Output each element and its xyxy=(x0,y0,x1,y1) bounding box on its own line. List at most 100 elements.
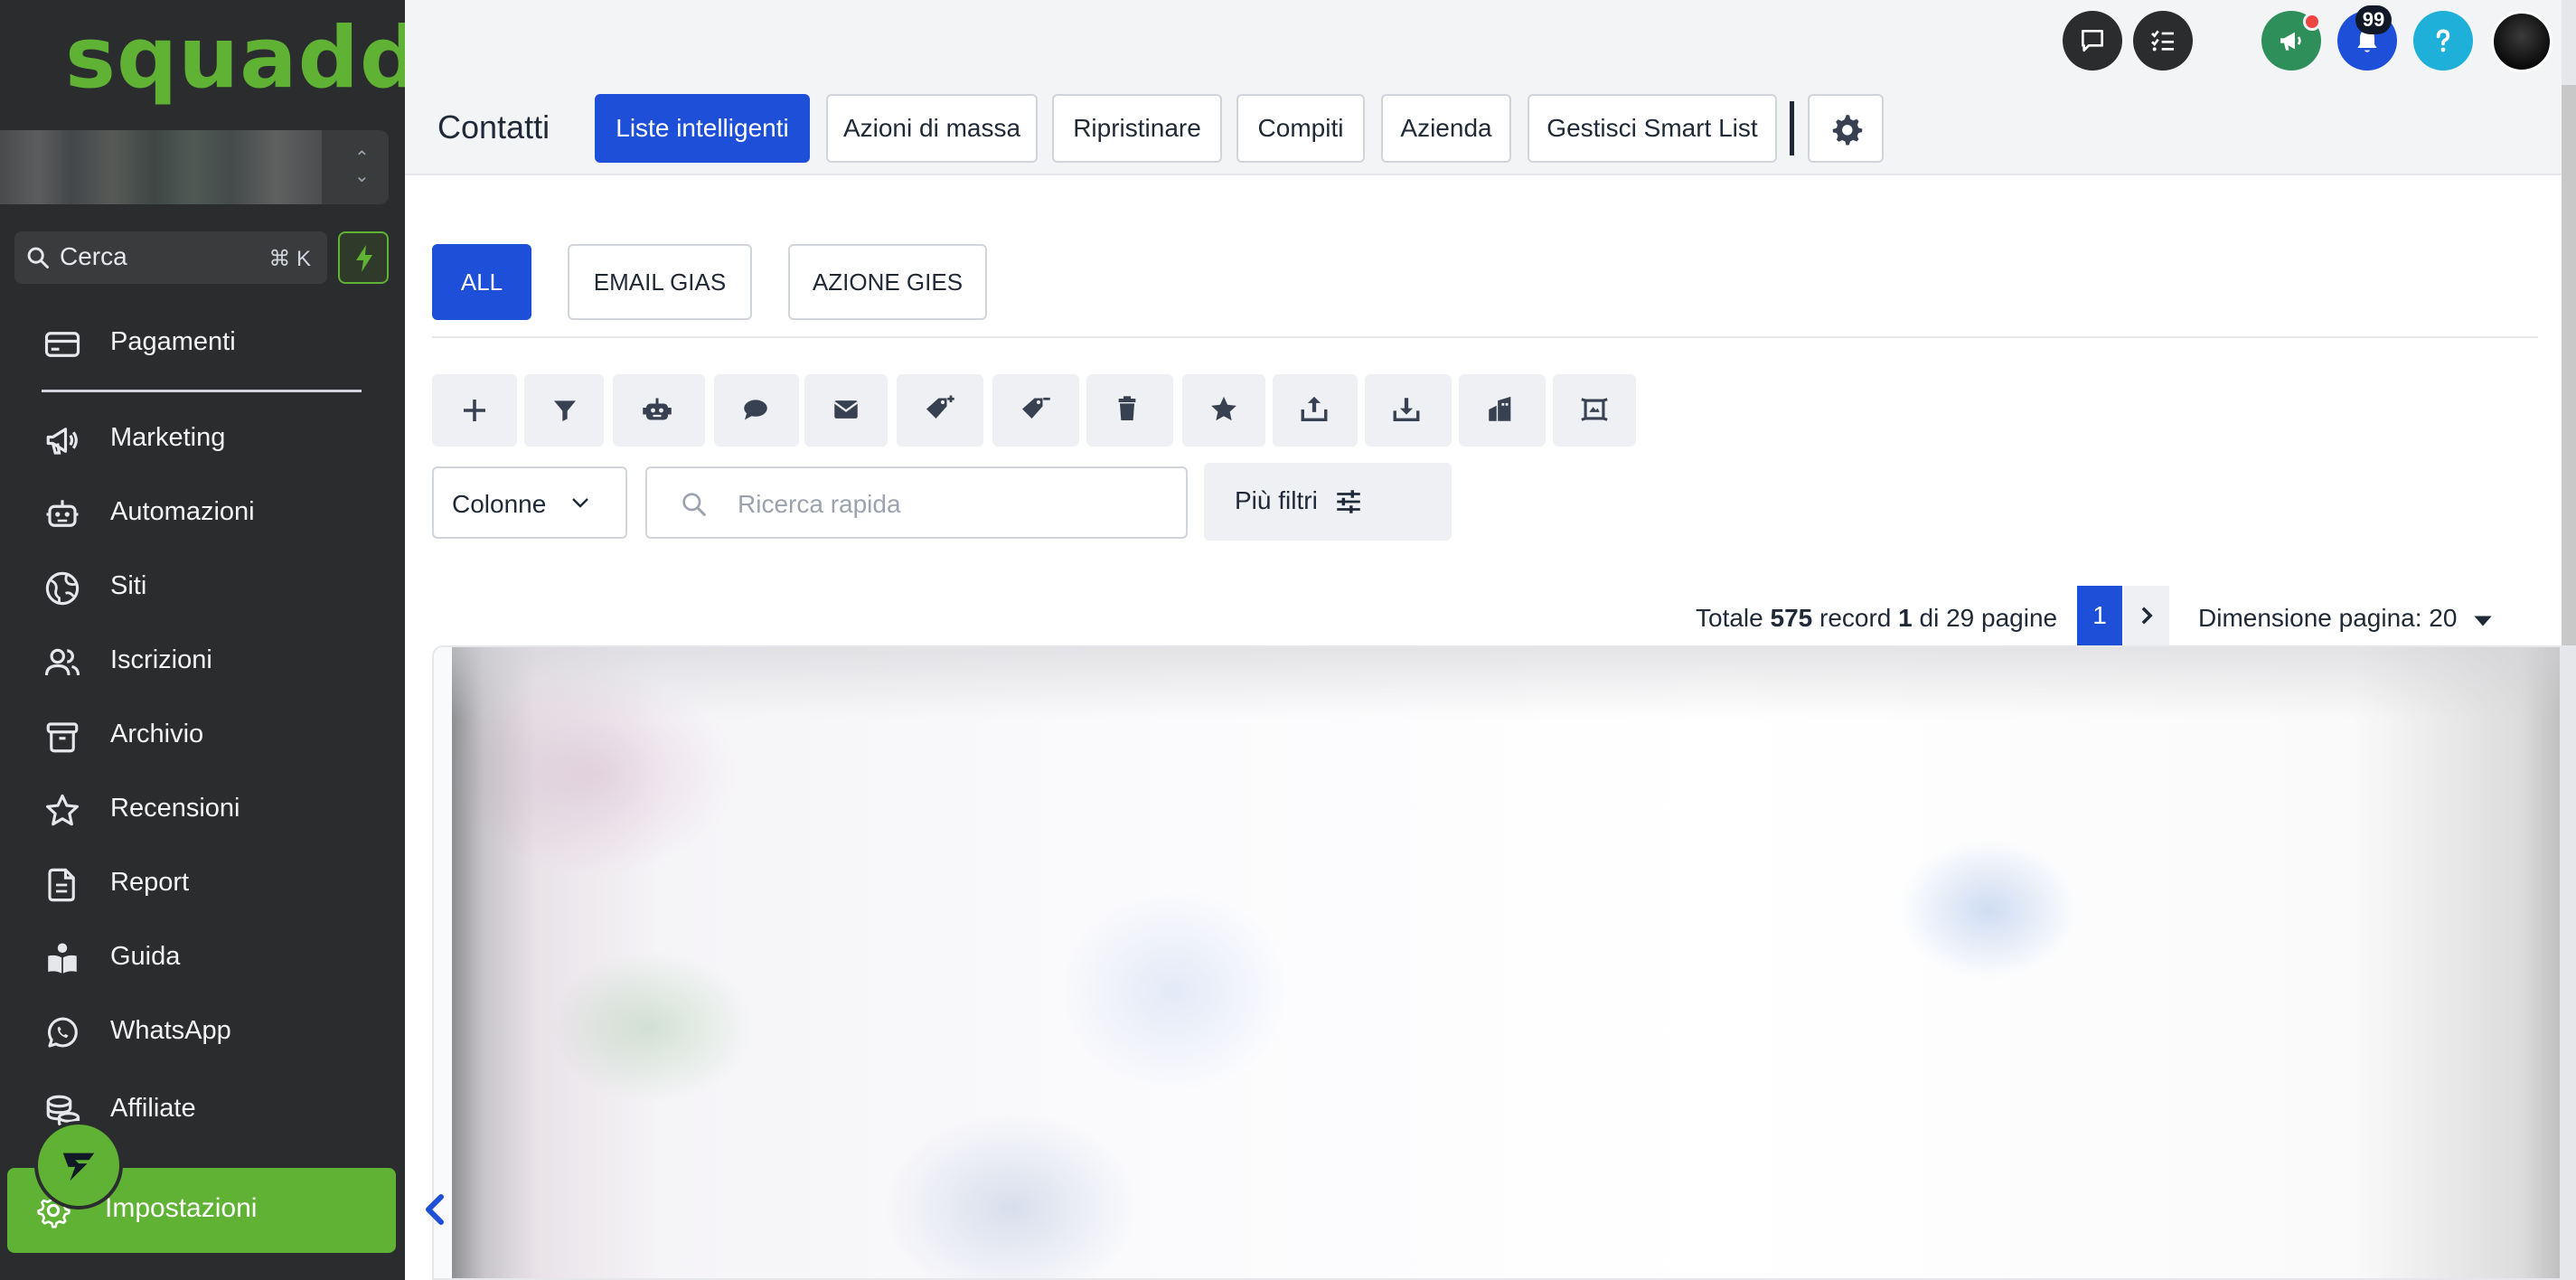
lightning-logo-icon xyxy=(62,1153,95,1181)
company-icon xyxy=(1489,396,1511,421)
megaphone-icon xyxy=(2280,32,2301,51)
question-mark-icon xyxy=(2436,29,2450,52)
sidebar-item-label: Iscrizioni xyxy=(110,645,212,674)
globe-icon xyxy=(45,571,80,606)
tab-azioni-di-massa[interactable]: Azioni di massa xyxy=(826,94,1038,163)
page-size-select[interactable]: Dimensione pagina: 20 xyxy=(2198,604,2457,633)
sidebar-item-report[interactable]: Report xyxy=(0,852,405,915)
sidebar-item-label: WhatsApp xyxy=(110,1016,231,1045)
tag-add-icon xyxy=(926,395,954,419)
smart-list-azione-gies[interactable]: AZIONE GIES xyxy=(788,244,987,320)
whatsapp-icon xyxy=(47,1017,78,1048)
more-filters-label: Più filtri xyxy=(1235,486,1318,514)
search-icon xyxy=(682,493,706,516)
add-review-request-button[interactable] xyxy=(1182,374,1265,447)
contacts-table-redacted xyxy=(452,647,2560,1278)
page-button-current[interactable]: 1 xyxy=(2077,586,2122,645)
smart-list-all[interactable]: ALL xyxy=(432,244,531,320)
contacts-header: Contatti Liste intelligenti Azioni di ma… xyxy=(405,85,2562,175)
users-icon xyxy=(44,648,80,676)
sidebar-item-marketing[interactable]: Marketing xyxy=(0,407,405,470)
more-filters-button[interactable]: Più filtri xyxy=(1204,463,1452,541)
sidebar-item-label: Affiliate xyxy=(110,1094,196,1123)
delete-button[interactable] xyxy=(1086,374,1173,447)
pagination-summary: Totale 575 record 1 di 29 pagine xyxy=(1696,604,2057,633)
report-icon xyxy=(48,868,75,902)
sidebar-item-iscrizioni[interactable]: Iscrizioni xyxy=(0,629,405,692)
help-button[interactable] xyxy=(2413,11,2473,71)
sidebar-item-whatsapp[interactable]: WhatsApp xyxy=(0,1000,405,1063)
quick-actions-button[interactable] xyxy=(338,231,389,284)
caret-down-icon xyxy=(2474,616,2492,626)
columns-dropdown-label: Colonne xyxy=(452,490,547,518)
chevron-up-down-icon: ⌃ ⌄ xyxy=(354,146,370,186)
location-switcher[interactable]: ⌃ ⌄ xyxy=(0,130,389,204)
collapse-sidebar-icon[interactable] xyxy=(418,1191,454,1228)
sidebar-divider xyxy=(42,390,362,392)
sidebar-item-label: Guida xyxy=(110,942,181,971)
location-name-redacted xyxy=(0,130,322,204)
robot-icon xyxy=(643,398,672,420)
tab-settings[interactable] xyxy=(1808,94,1884,163)
page-title: Contatti xyxy=(437,108,550,146)
sidebar-item-siti[interactable]: Siti xyxy=(0,555,405,618)
user-avatar[interactable] xyxy=(2491,11,2552,72)
app-logo[interactable]: squadd xyxy=(65,16,421,101)
pages-word: pagine xyxy=(1981,604,2058,632)
send-sms-button[interactable] xyxy=(714,374,799,447)
top-bar xyxy=(405,0,2576,85)
sidebar-item-automazioni[interactable]: Automazioni xyxy=(0,481,405,544)
quick-search-field[interactable]: Ricerca rapida xyxy=(645,466,1188,539)
remove-tag-button[interactable] xyxy=(992,374,1079,447)
sidebar-item-label: Recensioni xyxy=(110,794,240,823)
tab-ripristinare[interactable]: Ripristinare xyxy=(1052,94,1222,163)
archive-icon xyxy=(46,722,79,753)
tab-liste-intelligenti[interactable]: Liste intelligenti xyxy=(595,94,810,163)
sidebar-item-label: Marketing xyxy=(110,423,226,452)
sidebar-item-label: Impostazioni xyxy=(105,1193,258,1223)
import-icon xyxy=(1393,398,1420,422)
sliders-icon xyxy=(1337,490,1360,513)
envelope-icon xyxy=(833,400,859,419)
quick-launch-button[interactable] xyxy=(34,1121,123,1209)
tab-separator xyxy=(1790,101,1794,155)
tasks-button[interactable] xyxy=(2133,11,2193,71)
next-page-button[interactable] xyxy=(2124,586,2169,645)
send-email-button[interactable] xyxy=(804,374,888,447)
chevron-right-icon xyxy=(2141,607,2153,625)
smart-list-email-gias[interactable]: EMAIL GIAS xyxy=(568,244,752,320)
task-list-icon xyxy=(2151,30,2174,52)
tag-remove-icon xyxy=(1022,397,1050,419)
merge-contacts-button[interactable] xyxy=(1553,374,1636,447)
page-scrollbar-thumb[interactable] xyxy=(2562,85,2576,645)
tab-azienda[interactable]: Azienda xyxy=(1381,94,1511,163)
add-contact-button[interactable] xyxy=(432,374,517,447)
add-tag-button[interactable] xyxy=(897,374,983,447)
chat-widget-button[interactable] xyxy=(2063,11,2122,71)
add-to-company-button[interactable] xyxy=(1459,374,1546,447)
sidebar-item-pagamenti[interactable]: Pagamenti xyxy=(0,311,405,374)
sidebar-search-placeholder: Cerca xyxy=(60,242,127,270)
sidebar-item-recensioni[interactable]: Recensioni xyxy=(0,777,405,841)
megaphone-icon xyxy=(46,428,78,455)
columns-dropdown[interactable]: Colonne xyxy=(432,466,627,539)
sidebar-item-label: Pagamenti xyxy=(110,327,236,356)
import-button[interactable] xyxy=(1365,374,1452,447)
tab-gestisci-smart-list[interactable]: Gestisci Smart List xyxy=(1528,94,1777,163)
sidebar-search[interactable]: Cerca ⌘ K xyxy=(14,231,327,284)
export-button[interactable] xyxy=(1273,374,1358,447)
merge-icon xyxy=(1581,398,1608,421)
total-prefix: Totale xyxy=(1696,604,1763,632)
sidebar-item-archivio[interactable]: Archivio xyxy=(0,703,405,767)
book-reader-icon xyxy=(48,943,77,974)
tab-compiti[interactable]: Compiti xyxy=(1236,94,1365,163)
add-to-workflow-button[interactable] xyxy=(613,374,705,447)
sidebar: squadd ⌃ ⌄ Cerca ⌘ K Pagamenti Marketing … xyxy=(0,0,420,1280)
bolt-icon xyxy=(356,245,372,272)
trash-icon xyxy=(1118,396,1136,420)
filter-button[interactable] xyxy=(524,374,604,447)
search-shortcut: ⌘ K xyxy=(268,247,311,271)
notification-count-badge: 99 xyxy=(2355,5,2392,34)
sidebar-item-label: Siti xyxy=(110,571,147,600)
sidebar-item-guida[interactable]: Guida xyxy=(0,926,405,989)
